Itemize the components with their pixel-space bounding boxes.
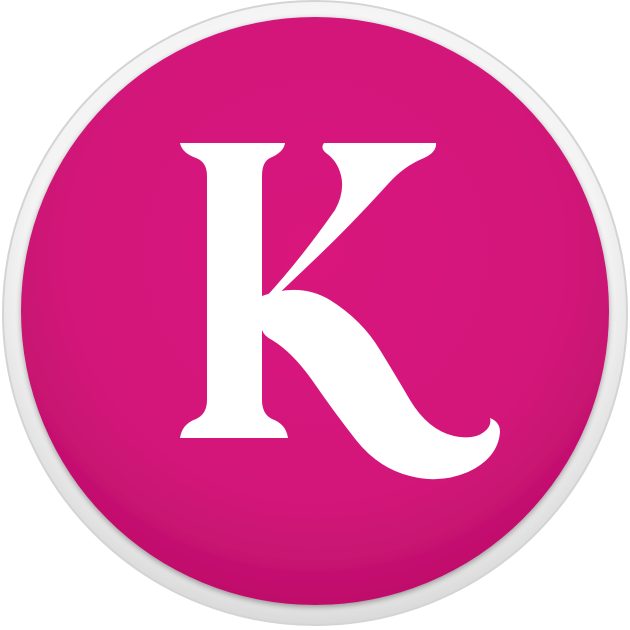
- app-logo-icon: [2, 0, 628, 626]
- canvas: [0, 0, 630, 630]
- app-logo[interactable]: [0, 0, 630, 630]
